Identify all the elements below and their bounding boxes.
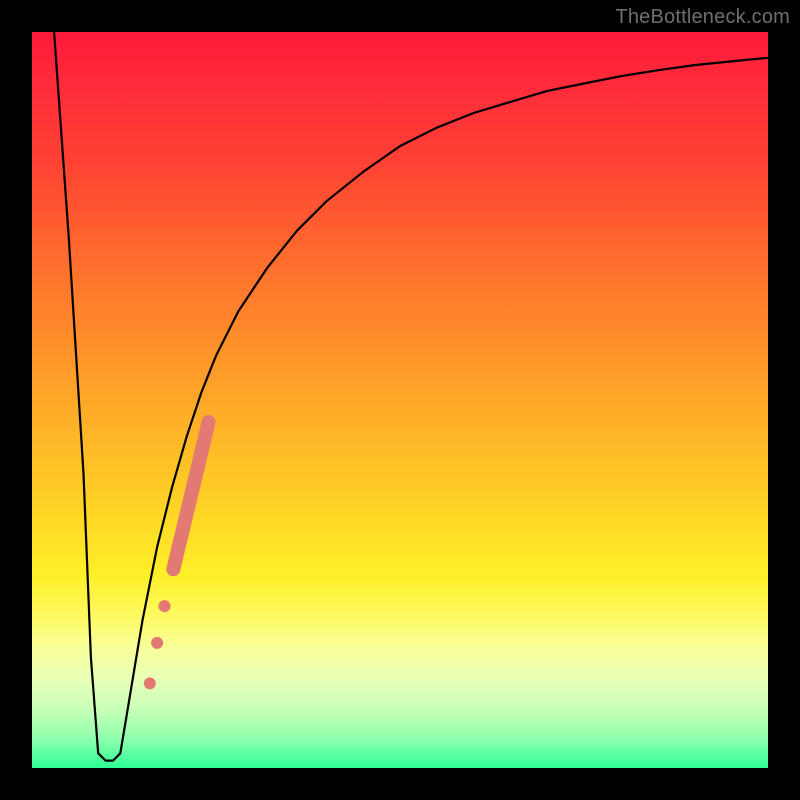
watermark-text: TheBottleneck.com xyxy=(615,6,790,29)
chart-frame: TheBottleneck.com xyxy=(0,0,800,800)
marker-dot-2 xyxy=(159,600,171,612)
bottleneck-curve xyxy=(54,32,768,761)
marker-dot-0 xyxy=(144,677,156,689)
plot-area xyxy=(32,32,768,768)
marker-segment-3 xyxy=(173,422,208,569)
markers-group xyxy=(144,422,209,689)
marker-dot-1 xyxy=(151,637,163,649)
chart-overlay xyxy=(32,32,768,768)
